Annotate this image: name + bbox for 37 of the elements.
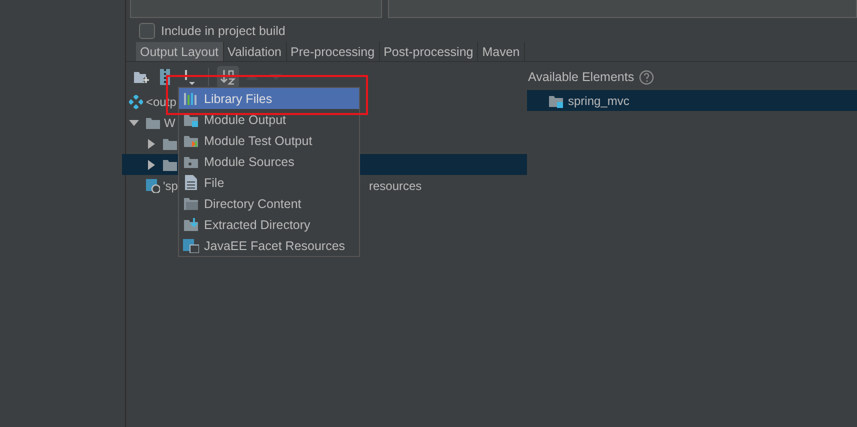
expand-arrow-icon[interactable] bbox=[146, 160, 156, 170]
menu-item[interactable]: Module Sources bbox=[179, 151, 359, 172]
menu-item[interactable]: Directory Content bbox=[179, 193, 359, 214]
text-field[interactable] bbox=[388, 0, 857, 18]
module-folder-icon bbox=[548, 94, 564, 108]
menu-item[interactable]: Extracted Directory bbox=[179, 214, 359, 235]
menu-item[interactable]: Library Files bbox=[179, 88, 359, 109]
file-icon bbox=[185, 175, 197, 190]
panel-title: Available Elements bbox=[528, 70, 634, 84]
checkbox[interactable] bbox=[139, 23, 155, 39]
tree-item-label[interactable]: W bbox=[164, 116, 176, 130]
menu-item[interactable]: File bbox=[179, 172, 359, 193]
text-field[interactable] bbox=[130, 0, 382, 18]
menu-item[interactable]: JavaEE Facet Resources bbox=[179, 235, 359, 256]
tree-item-label[interactable]: 'sp bbox=[163, 178, 178, 192]
folder-icon bbox=[162, 136, 178, 150]
collapse-arrow-icon[interactable] bbox=[129, 118, 139, 128]
tree-item-label[interactable]: resources bbox=[368, 178, 422, 192]
folder-icon bbox=[183, 196, 199, 210]
list-row[interactable]: spring_mvc bbox=[527, 90, 857, 111]
web-resource-icon bbox=[146, 178, 160, 192]
javaee-icon bbox=[183, 238, 199, 252]
test-folder-icon bbox=[183, 134, 199, 148]
expand-arrow-icon[interactable] bbox=[146, 138, 156, 148]
library-icon bbox=[184, 92, 198, 104]
help-icon[interactable] bbox=[639, 70, 654, 84]
folder-icon bbox=[162, 158, 178, 172]
menu-item[interactable]: Module Test Output bbox=[179, 130, 359, 151]
menu-item[interactable]: Module Output bbox=[179, 109, 359, 130]
source-folder-icon bbox=[183, 154, 199, 168]
folder-icon bbox=[145, 116, 161, 130]
diamond-icon bbox=[129, 94, 143, 108]
tab[interactable]: Output Layout bbox=[136, 42, 224, 61]
module-label: spring_mvc bbox=[568, 94, 630, 108]
module-folder-icon bbox=[183, 112, 199, 126]
checkbox-label[interactable]: Include in project build bbox=[161, 24, 286, 38]
extract-folder-icon bbox=[183, 218, 199, 232]
